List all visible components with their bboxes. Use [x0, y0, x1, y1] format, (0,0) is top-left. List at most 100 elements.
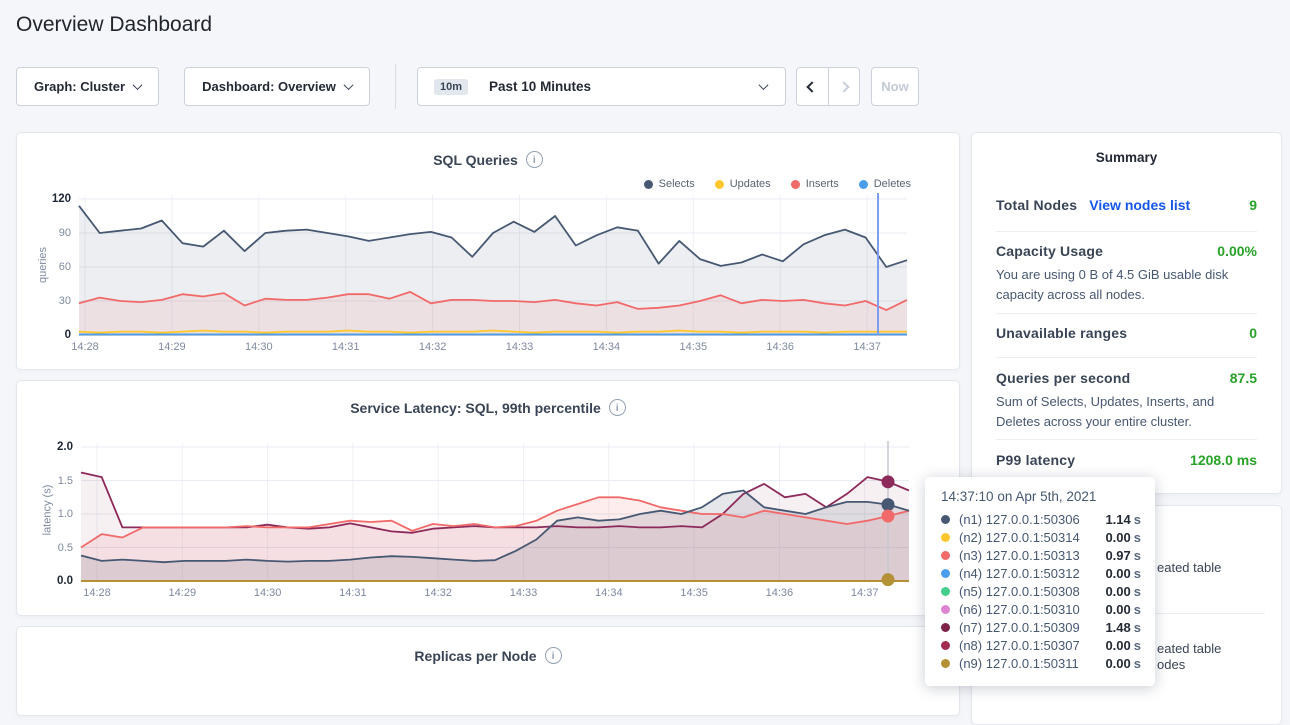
node-latency-value: 0.00	[1105, 656, 1130, 671]
replicas-per-node-title-text: Replicas per Node	[414, 648, 536, 664]
capacity-usage-label: Capacity Usage	[996, 243, 1103, 259]
divider	[996, 439, 1257, 440]
node-address: (n5) 127.0.0.1:50308	[959, 584, 1080, 599]
legend-label: Deletes	[874, 178, 911, 190]
info-icon[interactable]	[545, 647, 562, 664]
now-button[interactable]: Now	[871, 67, 919, 106]
y-axis-tick: 30	[31, 295, 71, 307]
y-axis-tick: 0	[31, 329, 71, 341]
y-axis-tick: 120	[31, 193, 71, 205]
service-latency-title-text: Service Latency: SQL, 99th percentile	[350, 400, 601, 416]
node-latency-value: 1.48	[1105, 620, 1130, 635]
sql-queries-panel: SQL Queries Selects Updates Inserts Deletes…	[16, 132, 960, 370]
node-latency-value: 1.14	[1105, 512, 1130, 527]
y-axis-tick: 90	[31, 227, 71, 239]
service-latency-chart-svg[interactable]	[81, 443, 909, 587]
view-nodes-list-link[interactable]: View nodes list	[1089, 197, 1190, 213]
queries-per-second-value: 87.5	[1230, 370, 1257, 386]
x-axis-tick: 14:30	[235, 341, 283, 353]
chevron-right-icon	[838, 81, 849, 92]
chevron-down-icon	[343, 80, 353, 90]
tooltip-rows: (n1) 127.0.0.1:503061.14s(n2) 127.0.0.1:…	[941, 510, 1141, 672]
event-item-fragment[interactable]: odes	[1157, 657, 1185, 672]
node-address: (n9) 127.0.0.1:50311	[959, 656, 1079, 671]
graph-dropdown[interactable]: Graph: Cluster	[16, 67, 159, 106]
node-latency-unit: s	[1134, 620, 1141, 635]
x-axis-tick: 14:32	[409, 341, 457, 353]
y-axis-tick: 1.5	[33, 475, 73, 487]
y-axis-tick: 2.0	[33, 441, 73, 453]
tooltip-node-row: (n5) 127.0.0.1:503080.00s	[941, 582, 1141, 600]
x-axis-tick: 14:37	[843, 341, 891, 353]
x-axis-tick: 14:31	[322, 341, 370, 353]
x-axis-tick: 14:28	[61, 341, 109, 353]
sql-queries-chart-svg[interactable]	[79, 193, 907, 343]
node-color-dot	[941, 533, 950, 542]
x-axis-tick: 14:29	[158, 587, 206, 599]
x-axis-tick: 14:35	[669, 341, 717, 353]
node-latency-unit: s	[1134, 602, 1141, 617]
chart-hover-tooltip: 14:37:10 on Apr 5th, 2021 (n1) 127.0.0.1…	[925, 477, 1155, 686]
info-icon[interactable]	[526, 151, 543, 168]
node-address: (n4) 127.0.0.1:50312	[959, 566, 1080, 581]
tooltip-time: 14:37:10	[941, 489, 994, 504]
node-color-dot	[941, 515, 950, 524]
x-axis-tick: 14:36	[756, 341, 804, 353]
x-axis-tick: 14:37	[841, 587, 889, 599]
x-axis-tick: 14:35	[670, 587, 718, 599]
node-address: (n3) 127.0.0.1:50313	[959, 548, 1080, 563]
node-latency-unit: s	[1134, 566, 1141, 581]
prev-range-button[interactable]	[797, 68, 828, 105]
next-range-button[interactable]	[828, 68, 860, 105]
legend-dot	[791, 180, 800, 189]
tooltip-node-row: (n6) 127.0.0.1:50310 0.00 s	[941, 600, 1141, 618]
unavailable-ranges-label: Unavailable ranges	[996, 325, 1127, 341]
dashboard-dropdown-label: Dashboard: Overview	[202, 79, 336, 94]
y-axis-tick: 60	[31, 261, 71, 273]
divider	[996, 231, 1257, 232]
x-axis-tick: 14:30	[244, 587, 292, 599]
queries-per-second-description: Sum of Selects, Updates, Inserts, and De…	[996, 392, 1257, 432]
summary-title: Summary	[972, 150, 1281, 165]
node-latency-unit: s	[1134, 584, 1141, 599]
capacity-usage-description: You are using 0 B of 4.5 GiB usable disk…	[996, 265, 1257, 305]
y-axis-tick: 0.0	[33, 575, 73, 587]
summary-panel: Summary Total Nodes View nodes list 9 Ca…	[971, 132, 1282, 494]
dashboard-dropdown[interactable]: Dashboard: Overview	[184, 67, 370, 106]
node-color-dot	[941, 641, 950, 650]
node-latency-unit: s	[1134, 638, 1141, 653]
node-address: (n8) 127.0.0.1:50307	[959, 638, 1080, 653]
node-latency-unit: s	[1134, 656, 1141, 671]
legend-dot	[644, 180, 653, 189]
tooltip-node-row: (n7) 127.0.0.1:50309 1.48 s	[941, 618, 1141, 636]
legend-item-inserts[interactable]: Inserts	[791, 178, 839, 190]
node-color-dot	[941, 623, 950, 632]
node-latency-value: 0.00	[1105, 638, 1130, 653]
time-range-dropdown[interactable]: 10m Past 10 Minutes	[417, 67, 786, 106]
x-axis-tick: 14:33	[496, 341, 544, 353]
node-address: (n6) 127.0.0.1:50310	[959, 602, 1080, 617]
total-nodes-row: Total Nodes View nodes list 9	[996, 197, 1257, 213]
x-axis-tick: 14:31	[329, 587, 377, 599]
node-color-dot	[941, 659, 950, 668]
x-axis-tick: 14:28	[73, 587, 121, 599]
x-axis-tick: 14:34	[585, 587, 633, 599]
event-item-fragment[interactable]: eated table	[1157, 641, 1221, 656]
info-icon[interactable]	[609, 399, 626, 416]
node-latency-value: 0.00	[1105, 566, 1130, 581]
tooltip-node-row: (n2) 127.0.0.1:503140.00s	[941, 528, 1141, 546]
event-item-fragment[interactable]: eated table	[1157, 560, 1221, 575]
node-address: (n7) 127.0.0.1:50309	[959, 620, 1080, 635]
queries-per-second-row: Queries per second 87.5	[996, 370, 1257, 386]
p99-latency-value: 1208.0 ms	[1190, 452, 1257, 468]
chevron-left-icon	[807, 81, 818, 92]
tooltip-date: on Apr 5th, 2021	[994, 489, 1097, 504]
chevron-down-icon	[133, 80, 143, 90]
time-range-label: Past 10 Minutes	[489, 79, 591, 94]
sql-queries-title-text: SQL Queries	[433, 152, 518, 168]
legend-item-deletes[interactable]: Deletes	[859, 178, 911, 190]
legend-item-selects[interactable]: Selects	[644, 178, 695, 190]
node-latency-value: 0.00	[1105, 602, 1130, 617]
legend-item-updates[interactable]: Updates	[715, 178, 771, 190]
capacity-usage-row: Capacity Usage 0.00%	[996, 243, 1257, 259]
